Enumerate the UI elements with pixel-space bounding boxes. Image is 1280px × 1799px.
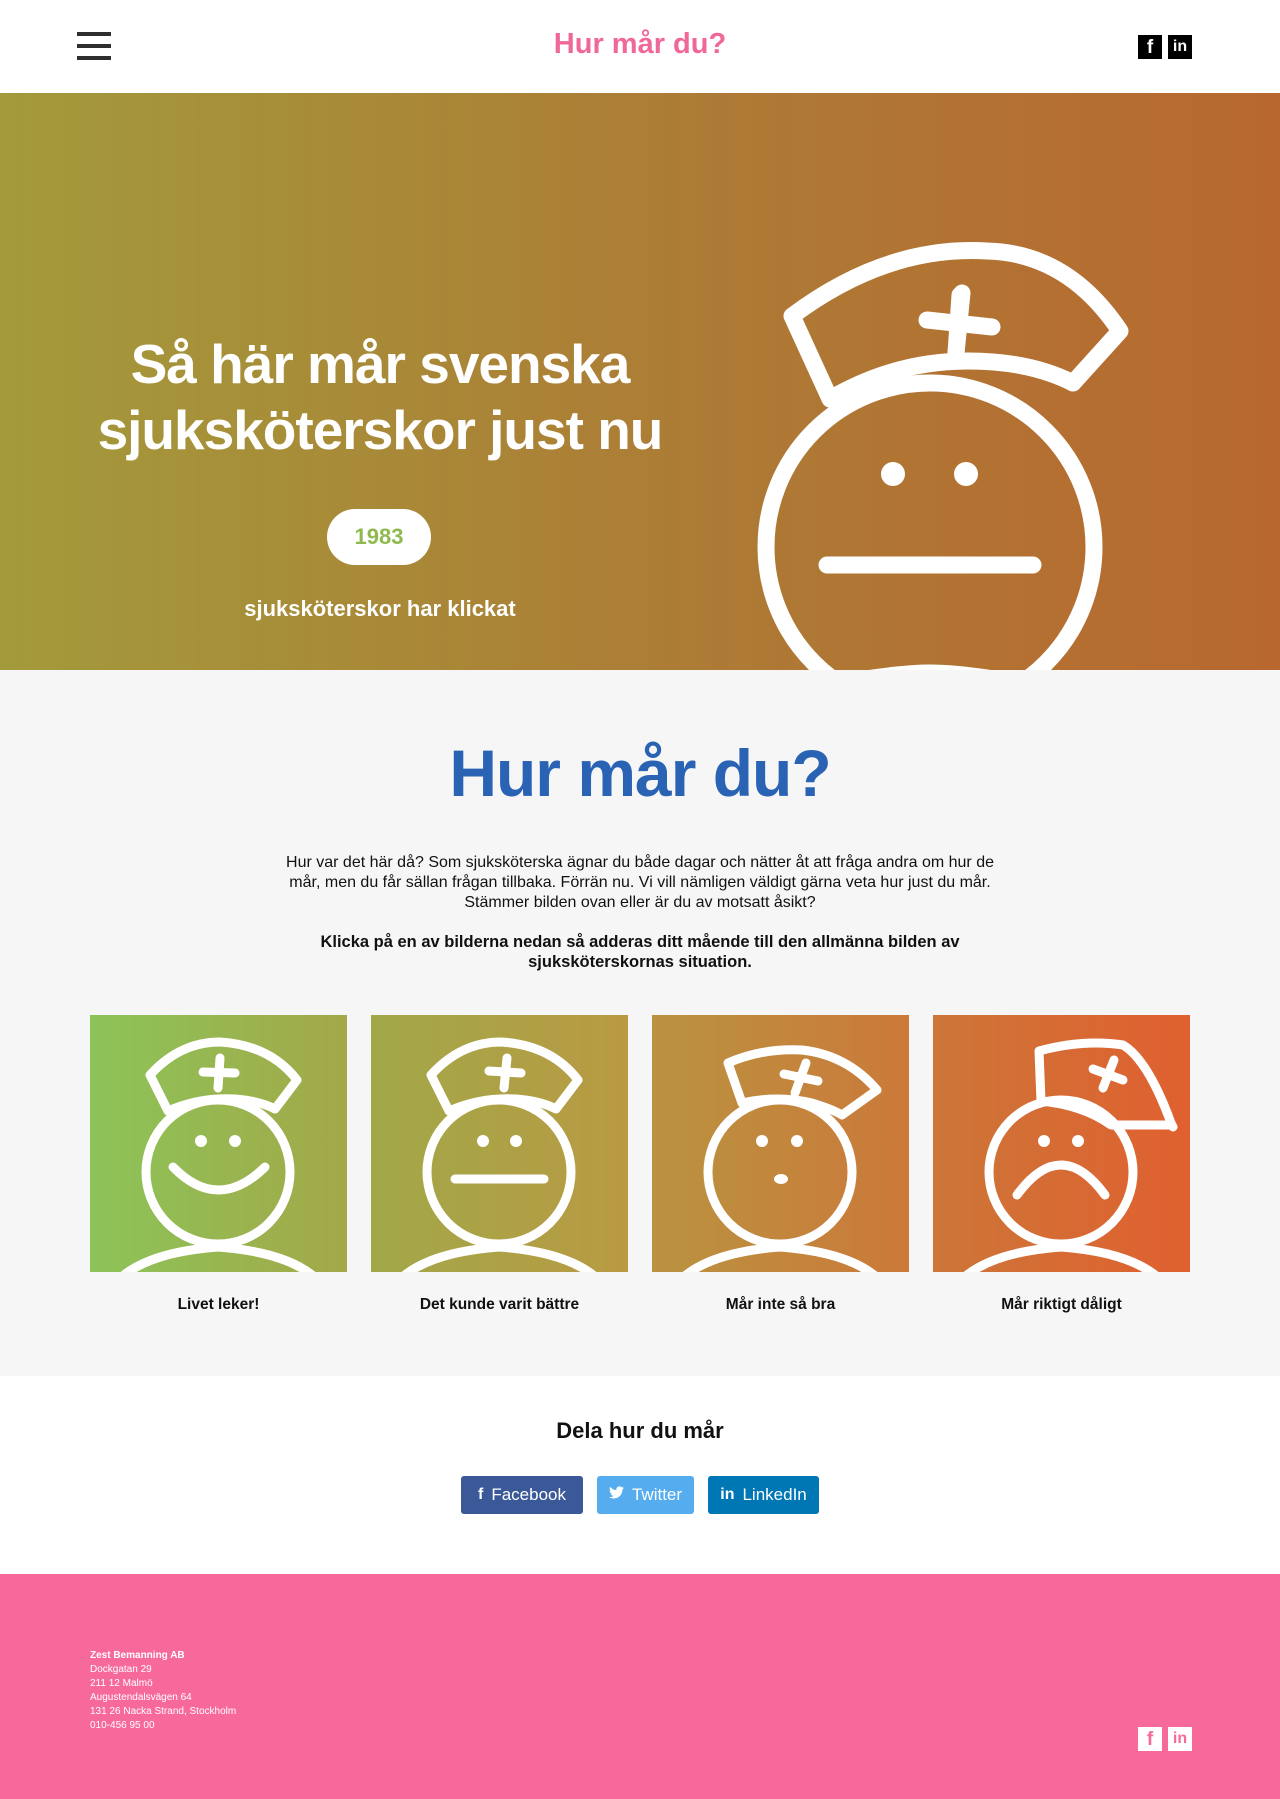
- site-title[interactable]: Hur mår du?: [0, 28, 1280, 61]
- site-footer: Zest Bemanning AB Dockgatan 29 211 12 Ma…: [0, 1574, 1280, 1799]
- mood-option-not-good[interactable]: Mår inte så bra: [652, 1015, 909, 1314]
- click-count-caption: sjuksköterskor har klickat: [244, 596, 516, 621]
- company-name: Zest Bemanning AB: [90, 1650, 185, 1661]
- mood-section: Hur mår du? Hur var det här då? Som sjuk…: [0, 670, 1280, 1376]
- share-button-label: Twitter: [631, 1485, 683, 1504]
- neutral-nurse-icon[interactable]: [371, 1015, 628, 1272]
- section-title: Hur mår du?: [449, 736, 831, 810]
- share-button-label: LinkedIn: [742, 1485, 807, 1504]
- sad-nurse-icon[interactable]: [933, 1015, 1190, 1272]
- facebook-icon[interactable]: f: [1138, 35, 1162, 59]
- mood-options: Livet leker! Det kunde varit bättre Mår …: [0, 1015, 1280, 1314]
- address-line: 131 26 Nacka Strand, Stockholm: [90, 1706, 237, 1717]
- mood-label[interactable]: Mår inte så bra: [652, 1296, 909, 1314]
- share-twitter-button[interactable]: Twitter: [597, 1476, 694, 1514]
- mood-label[interactable]: Det kunde varit bättre: [371, 1296, 628, 1314]
- share-button-label: Facebook: [491, 1485, 566, 1504]
- linkedin-icon: in: [720, 1486, 735, 1503]
- mood-option-neutral[interactable]: Det kunde varit bättre: [371, 1015, 628, 1314]
- linkedin-icon[interactable]: in: [1168, 1727, 1192, 1751]
- company-address: Zest Bemanning AB Dockgatan 29 211 12 Ma…: [90, 1649, 236, 1733]
- twitter-icon: [608, 1486, 624, 1504]
- surprised-nurse-icon[interactable]: [652, 1015, 909, 1272]
- footer-social-links: f in: [1138, 1727, 1192, 1751]
- share-linkedin-button[interactable]: in LinkedIn: [708, 1476, 819, 1514]
- hero-title-line-2: sjuksköterskor just nu: [97, 399, 664, 461]
- hero-title-line-1: Så här mår svenska: [130, 333, 631, 395]
- address-line: 211 12 Malmö: [90, 1678, 153, 1689]
- share-section: Dela hur du mår f Facebook Twitter in Li…: [0, 1376, 1280, 1574]
- site-header: Hur mår du? f in: [0, 0, 1280, 93]
- share-buttons: f Facebook Twitter in LinkedIn: [0, 1476, 1280, 1514]
- mood-option-sad[interactable]: Mår riktigt dåligt: [933, 1015, 1190, 1314]
- header-social-links: f in: [1138, 35, 1192, 59]
- phone-number: 010-456 95 00: [90, 1720, 155, 1731]
- share-facebook-button[interactable]: f Facebook: [461, 1476, 583, 1514]
- linkedin-icon[interactable]: in: [1168, 35, 1192, 59]
- address-line: Augustendalsvägen 64: [90, 1692, 192, 1703]
- facebook-icon[interactable]: f: [1138, 1727, 1162, 1751]
- hero-title: Så här mår svenska sjuksköterskor just n…: [80, 331, 680, 463]
- instruction-text: Klicka på en av bilderna nedan så addera…: [320, 933, 960, 971]
- mood-label[interactable]: Mår riktigt dåligt: [933, 1296, 1190, 1314]
- mood-label[interactable]: Livet leker!: [90, 1296, 347, 1314]
- happy-nurse-icon[interactable]: [90, 1015, 347, 1272]
- intro-text: Hur var det här då? Som sjuksköterska äg…: [286, 854, 994, 911]
- share-title: Dela hur du mår: [556, 1418, 724, 1443]
- neutral-nurse-icon: [757, 242, 1129, 670]
- address-line: Dockgatan 29: [90, 1664, 152, 1675]
- facebook-icon: f: [478, 1486, 484, 1503]
- mood-option-happy[interactable]: Livet leker!: [90, 1015, 347, 1314]
- hero-section: Så här mår svenska sjuksköterskor just n…: [0, 93, 1280, 670]
- click-count-badge: 1983: [327, 509, 431, 565]
